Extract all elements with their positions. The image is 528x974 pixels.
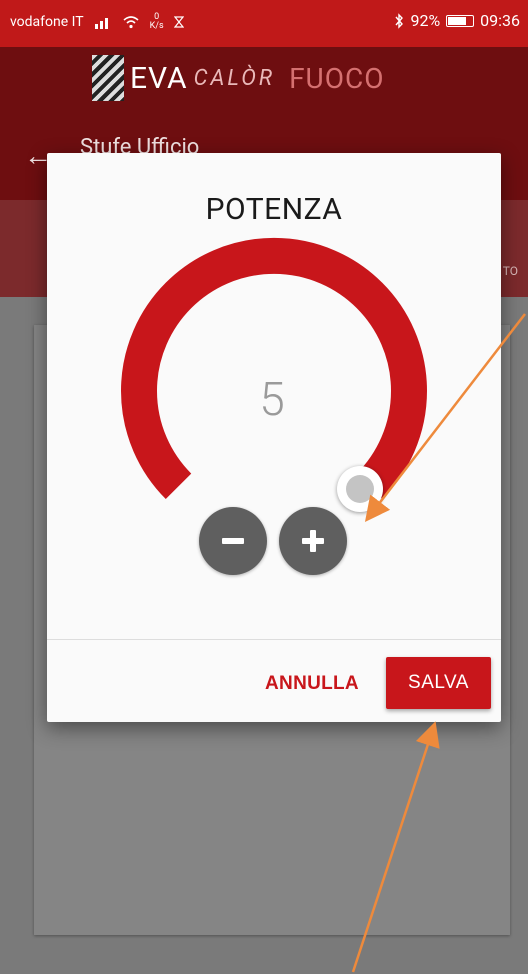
gauge-knob[interactable] — [337, 466, 383, 512]
battery-percent: 92% — [410, 11, 441, 30]
status-left: vodafone IT 0 K/s — [10, 13, 184, 31]
minus-icon — [222, 538, 244, 544]
battery-icon — [446, 14, 475, 27]
carrier-name: vodafone IT — [10, 14, 84, 30]
logo-fuoco-text: FUOCO — [289, 61, 385, 95]
net-speed: 0 K/s — [150, 13, 164, 31]
logo-eva-text: EVA — [130, 60, 188, 96]
status-right: 92% 09:36 — [394, 11, 520, 30]
cancel-button[interactable]: ANNULLA — [247, 663, 377, 705]
save-button[interactable]: SALVA — [386, 657, 491, 709]
gauge-arc — [121, 237, 427, 499]
dialog-divider — [47, 639, 501, 640]
net-speed-unit: K/s — [149, 21, 164, 31]
power-value: 5 — [259, 373, 285, 427]
logo-calor-text: CALÒR — [193, 65, 276, 91]
brand-logo: EVA CALÒR FUOCO — [92, 55, 452, 101]
power-dialog: POTENZA 5 ANNULLA SALVA — [47, 153, 501, 722]
bluetooth-icon — [395, 12, 404, 29]
signal-icon — [94, 18, 108, 29]
increase-button[interactable] — [279, 507, 347, 575]
decrease-button[interactable] — [199, 507, 267, 575]
hourglass-icon — [173, 16, 184, 28]
clock: 09:36 — [480, 11, 520, 30]
tab-label-fragment[interactable]: TO — [503, 264, 518, 278]
wifi-icon — [123, 16, 139, 29]
power-gauge[interactable] — [47, 153, 501, 553]
logo-mark-icon — [92, 55, 124, 101]
plus-icon — [302, 530, 324, 552]
status-bar: vodafone IT 0 K/s 92% 09:36 — [0, 0, 528, 47]
